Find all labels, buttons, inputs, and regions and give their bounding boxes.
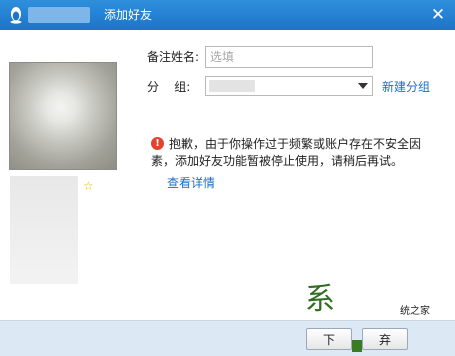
remark-name-label: 备注姓名: (147, 50, 200, 64)
group-label: 分 组: (147, 80, 191, 94)
remark-name-input[interactable] (205, 46, 373, 68)
cancel-button[interactable]: 弃 (362, 328, 408, 350)
watermark-logo: 系 (305, 282, 335, 317)
account-name-blurred (28, 7, 90, 23)
error-message-line1: 抱歉，由于你操作过于频繁或账户存在不安全因 (169, 137, 422, 151)
title-bar: 添加好友 ✕ (0, 0, 455, 30)
footer-bar: 下 弃 (0, 320, 455, 356)
avatar (9, 62, 117, 170)
error-message-line2: 素，添加好友功能暂被停止使用，请稍后再试。 (151, 154, 404, 168)
view-details-link[interactable]: 查看详情 (167, 176, 215, 190)
dialog-content: ☆ 备注姓名: 分 组: 新建分组 ! 抱歉，由于你操作过于频繁或账户存在不安全… (1, 30, 454, 320)
error-icon: ! (151, 137, 164, 150)
watermark-text: 统之家 (400, 306, 430, 317)
close-icon[interactable]: ✕ (427, 5, 449, 25)
watermark-mark (352, 340, 362, 352)
next-button[interactable]: 下 (306, 328, 352, 350)
star-icon: ☆ (83, 179, 94, 193)
group-select[interactable] (205, 76, 373, 96)
group-value-blurred (209, 80, 255, 92)
chevron-down-icon[interactable] (358, 83, 368, 89)
new-group-link[interactable]: 新建分组 (382, 80, 430, 94)
qq-penguin-icon (10, 7, 22, 24)
window-title: 添加好友 (104, 8, 153, 22)
profile-info-blurred (10, 176, 78, 284)
